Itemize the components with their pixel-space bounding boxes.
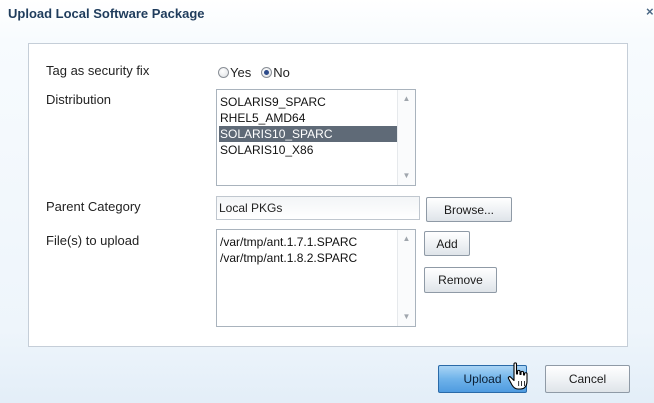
distribution-label: Distribution	[46, 92, 112, 107]
distribution-item-selected[interactable]: SOLARIS10_SPARC	[219, 126, 398, 142]
remove-file-button[interactable]: Remove	[424, 267, 497, 293]
files-scrollbar[interactable]: ▲ ▼	[397, 230, 415, 326]
cancel-button[interactable]: Cancel	[545, 365, 630, 393]
file-item[interactable]: /var/tmp/ant.1.8.2.SPARC	[219, 250, 398, 266]
browse-button[interactable]: Browse...	[426, 197, 512, 222]
security-fix-no-radio[interactable]	[261, 66, 273, 78]
security-fix-label: Tag as security fix	[46, 63, 150, 78]
security-fix-no-label[interactable]: No	[273, 65, 290, 80]
distribution-scrollbar[interactable]: ▲ ▼	[397, 90, 415, 185]
distribution-item[interactable]: SOLARIS10_X86	[219, 142, 398, 158]
close-icon[interactable]: ×	[646, 4, 654, 20]
files-listbox[interactable]: /var/tmp/ant.1.7.1.SPARC /var/tmp/ant.1.…	[216, 229, 416, 327]
files-items: /var/tmp/ant.1.7.1.SPARC /var/tmp/ant.1.…	[219, 234, 398, 266]
distribution-item[interactable]: SOLARIS9_SPARC	[219, 94, 398, 110]
security-fix-radio-group: Yes No	[218, 63, 300, 81]
file-item[interactable]: /var/tmp/ant.1.7.1.SPARC	[219, 234, 398, 250]
distribution-listbox[interactable]: SOLARIS9_SPARC RHEL5_AMD64 SOLARIS10_SPA…	[216, 89, 416, 186]
scroll-up-arrow-icon[interactable]: ▲	[398, 92, 415, 106]
files-label: File(s) to upload	[46, 233, 140, 248]
parent-category-input[interactable]	[216, 196, 420, 220]
scroll-up-arrow-icon[interactable]: ▲	[398, 232, 415, 246]
security-fix-yes-radio[interactable]	[218, 66, 229, 78]
scroll-down-arrow-icon[interactable]: ▼	[398, 310, 415, 324]
distribution-items: SOLARIS9_SPARC RHEL5_AMD64 SOLARIS10_SPA…	[219, 94, 398, 158]
security-fix-yes-label[interactable]: Yes	[230, 65, 251, 80]
parent-category-label: Parent Category	[46, 199, 141, 214]
add-file-button[interactable]: Add	[424, 231, 470, 256]
dialog-title: Upload Local Software Package	[8, 6, 205, 21]
distribution-item[interactable]: RHEL5_AMD64	[219, 110, 398, 126]
scroll-down-arrow-icon[interactable]: ▼	[398, 169, 415, 183]
hand-pointer-icon	[507, 362, 528, 390]
upload-dialog: Upload Local Software Package × Tag as s…	[0, 0, 654, 403]
